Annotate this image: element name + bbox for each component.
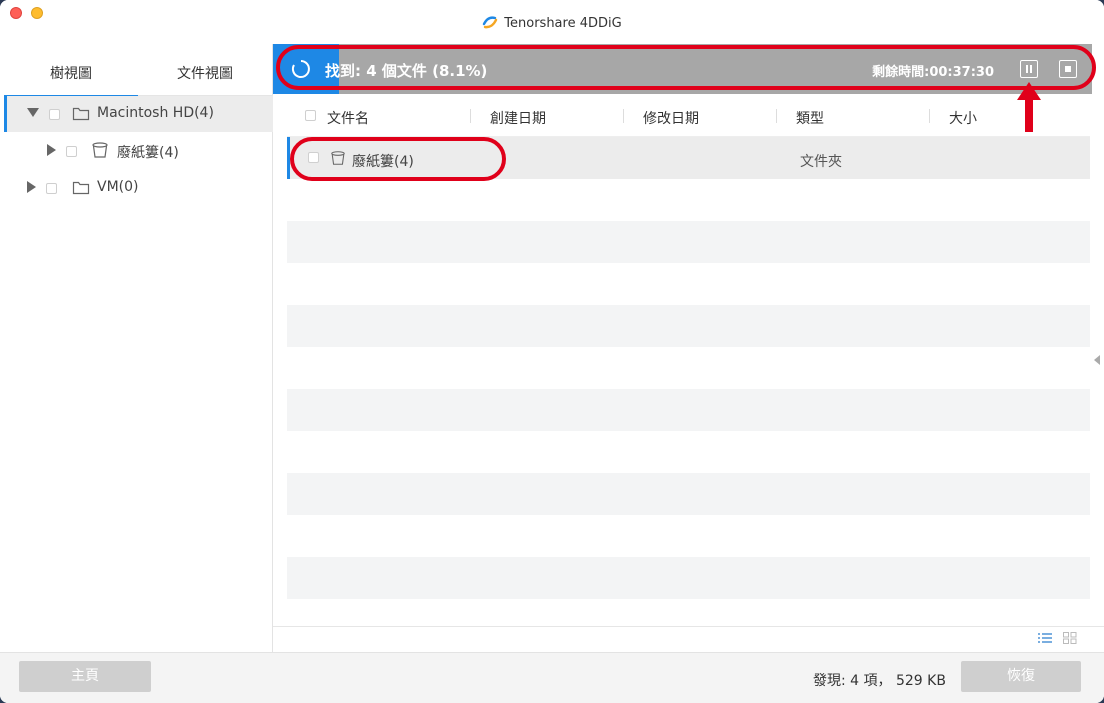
row-file-type: 文件夾 <box>800 154 842 170</box>
column-header-type[interactable]: 類型 <box>796 108 824 128</box>
folder-icon <box>72 107 90 121</box>
table-row[interactable]: 廢紙簍(4) 文件夾 <box>287 137 1090 179</box>
empty-row <box>287 473 1090 515</box>
row-file-name: 廢紙簍(4) <box>352 154 414 170</box>
tree-item-macintosh-hd[interactable]: Macintosh HD(4) <box>4 96 273 132</box>
app-logo-icon <box>483 16 498 29</box>
row-checkbox[interactable] <box>308 152 319 163</box>
column-divider <box>929 109 930 123</box>
column-header-size[interactable]: 大小 <box>949 108 977 128</box>
panel-collapse-handle-icon[interactable] <box>1094 355 1100 365</box>
sidebar-tabs: 樹視圖 文件視圖 <box>4 44 273 97</box>
trash-icon <box>92 142 108 158</box>
tree-checkbox[interactable] <box>49 109 60 120</box>
file-table: 文件名 創建日期 修改日期 類型 大小 廢紙簍(4) 文件夾 <box>287 95 1090 626</box>
home-button[interactable]: 主頁 <box>19 661 151 692</box>
expand-triangle-icon[interactable] <box>27 181 36 193</box>
sidebar: 樹視圖 文件視圖 Macintosh HD(4) 廢紙簍(4) VM(0) <box>4 44 273 652</box>
empty-row <box>287 305 1090 347</box>
tree-item-label: 廢紙簍(4) <box>117 145 179 161</box>
tree-checkbox[interactable] <box>46 183 57 194</box>
list-view-icon[interactable] <box>1038 632 1052 644</box>
pause-icon <box>1026 65 1032 73</box>
folder-icon <box>72 181 90 195</box>
expand-triangle-icon[interactable] <box>47 144 56 156</box>
recover-button[interactable]: 恢復 <box>961 661 1081 692</box>
tree-item-vm[interactable]: VM(0) <box>4 170 273 206</box>
grid-view-icon[interactable] <box>1063 632 1077 644</box>
remaining-time: 剩餘時間:00:37:30 <box>872 65 994 80</box>
window-title: Tenorshare 4DDiG <box>0 14 1104 31</box>
main-panel: 找到: 4 個文件 (8.1%) 剩餘時間:00:37:30 文件名 創建日期 … <box>273 44 1104 652</box>
tab-tree-view[interactable]: 樹視圖 <box>4 44 138 97</box>
found-summary: 發現: 4 項， 529 KB <box>813 673 946 689</box>
tree-item-label: Macintosh HD(4) <box>97 105 214 121</box>
footer-divider <box>273 626 1104 627</box>
column-header-created[interactable]: 創建日期 <box>490 108 546 128</box>
scan-found-text: 找到: 4 個文件 (8.1%) <box>325 62 488 80</box>
app-window: Tenorshare 4DDiG 樹視圖 文件視圖 Macintosh HD(4… <box>0 0 1104 703</box>
tab-file-view[interactable]: 文件視圖 <box>138 44 272 96</box>
tree-checkbox[interactable] <box>66 146 77 157</box>
footer-bar: 主頁 發現: 4 項， 529 KB 恢復 <box>0 652 1104 703</box>
tree-item-label: VM(0) <box>97 179 139 195</box>
trash-icon <box>331 151 345 165</box>
title-bar: Tenorshare 4DDiG <box>0 0 1104 44</box>
column-header-modified[interactable]: 修改日期 <box>643 108 699 128</box>
select-all-checkbox[interactable] <box>305 110 316 121</box>
column-divider <box>623 109 624 123</box>
scan-progress-bar: 找到: 4 個文件 (8.1%) 剩餘時間:00:37:30 <box>273 44 1092 94</box>
collapse-triangle-icon[interactable] <box>27 108 39 117</box>
pause-scan-button[interactable] <box>1020 60 1038 78</box>
column-header-name[interactable]: 文件名 <box>327 108 369 128</box>
tree-item-trash[interactable]: 廢紙簍(4) <box>4 133 273 169</box>
empty-row <box>287 557 1090 599</box>
loading-spinner-icon <box>291 60 310 78</box>
stop-icon <box>1065 66 1071 72</box>
column-divider <box>776 109 777 123</box>
stop-scan-button[interactable] <box>1059 60 1077 78</box>
empty-row <box>287 221 1090 263</box>
empty-row <box>287 389 1090 431</box>
column-divider <box>470 109 471 123</box>
table-header: 文件名 創建日期 修改日期 類型 大小 <box>287 95 1090 137</box>
window-title-text: Tenorshare 4DDiG <box>504 16 622 31</box>
